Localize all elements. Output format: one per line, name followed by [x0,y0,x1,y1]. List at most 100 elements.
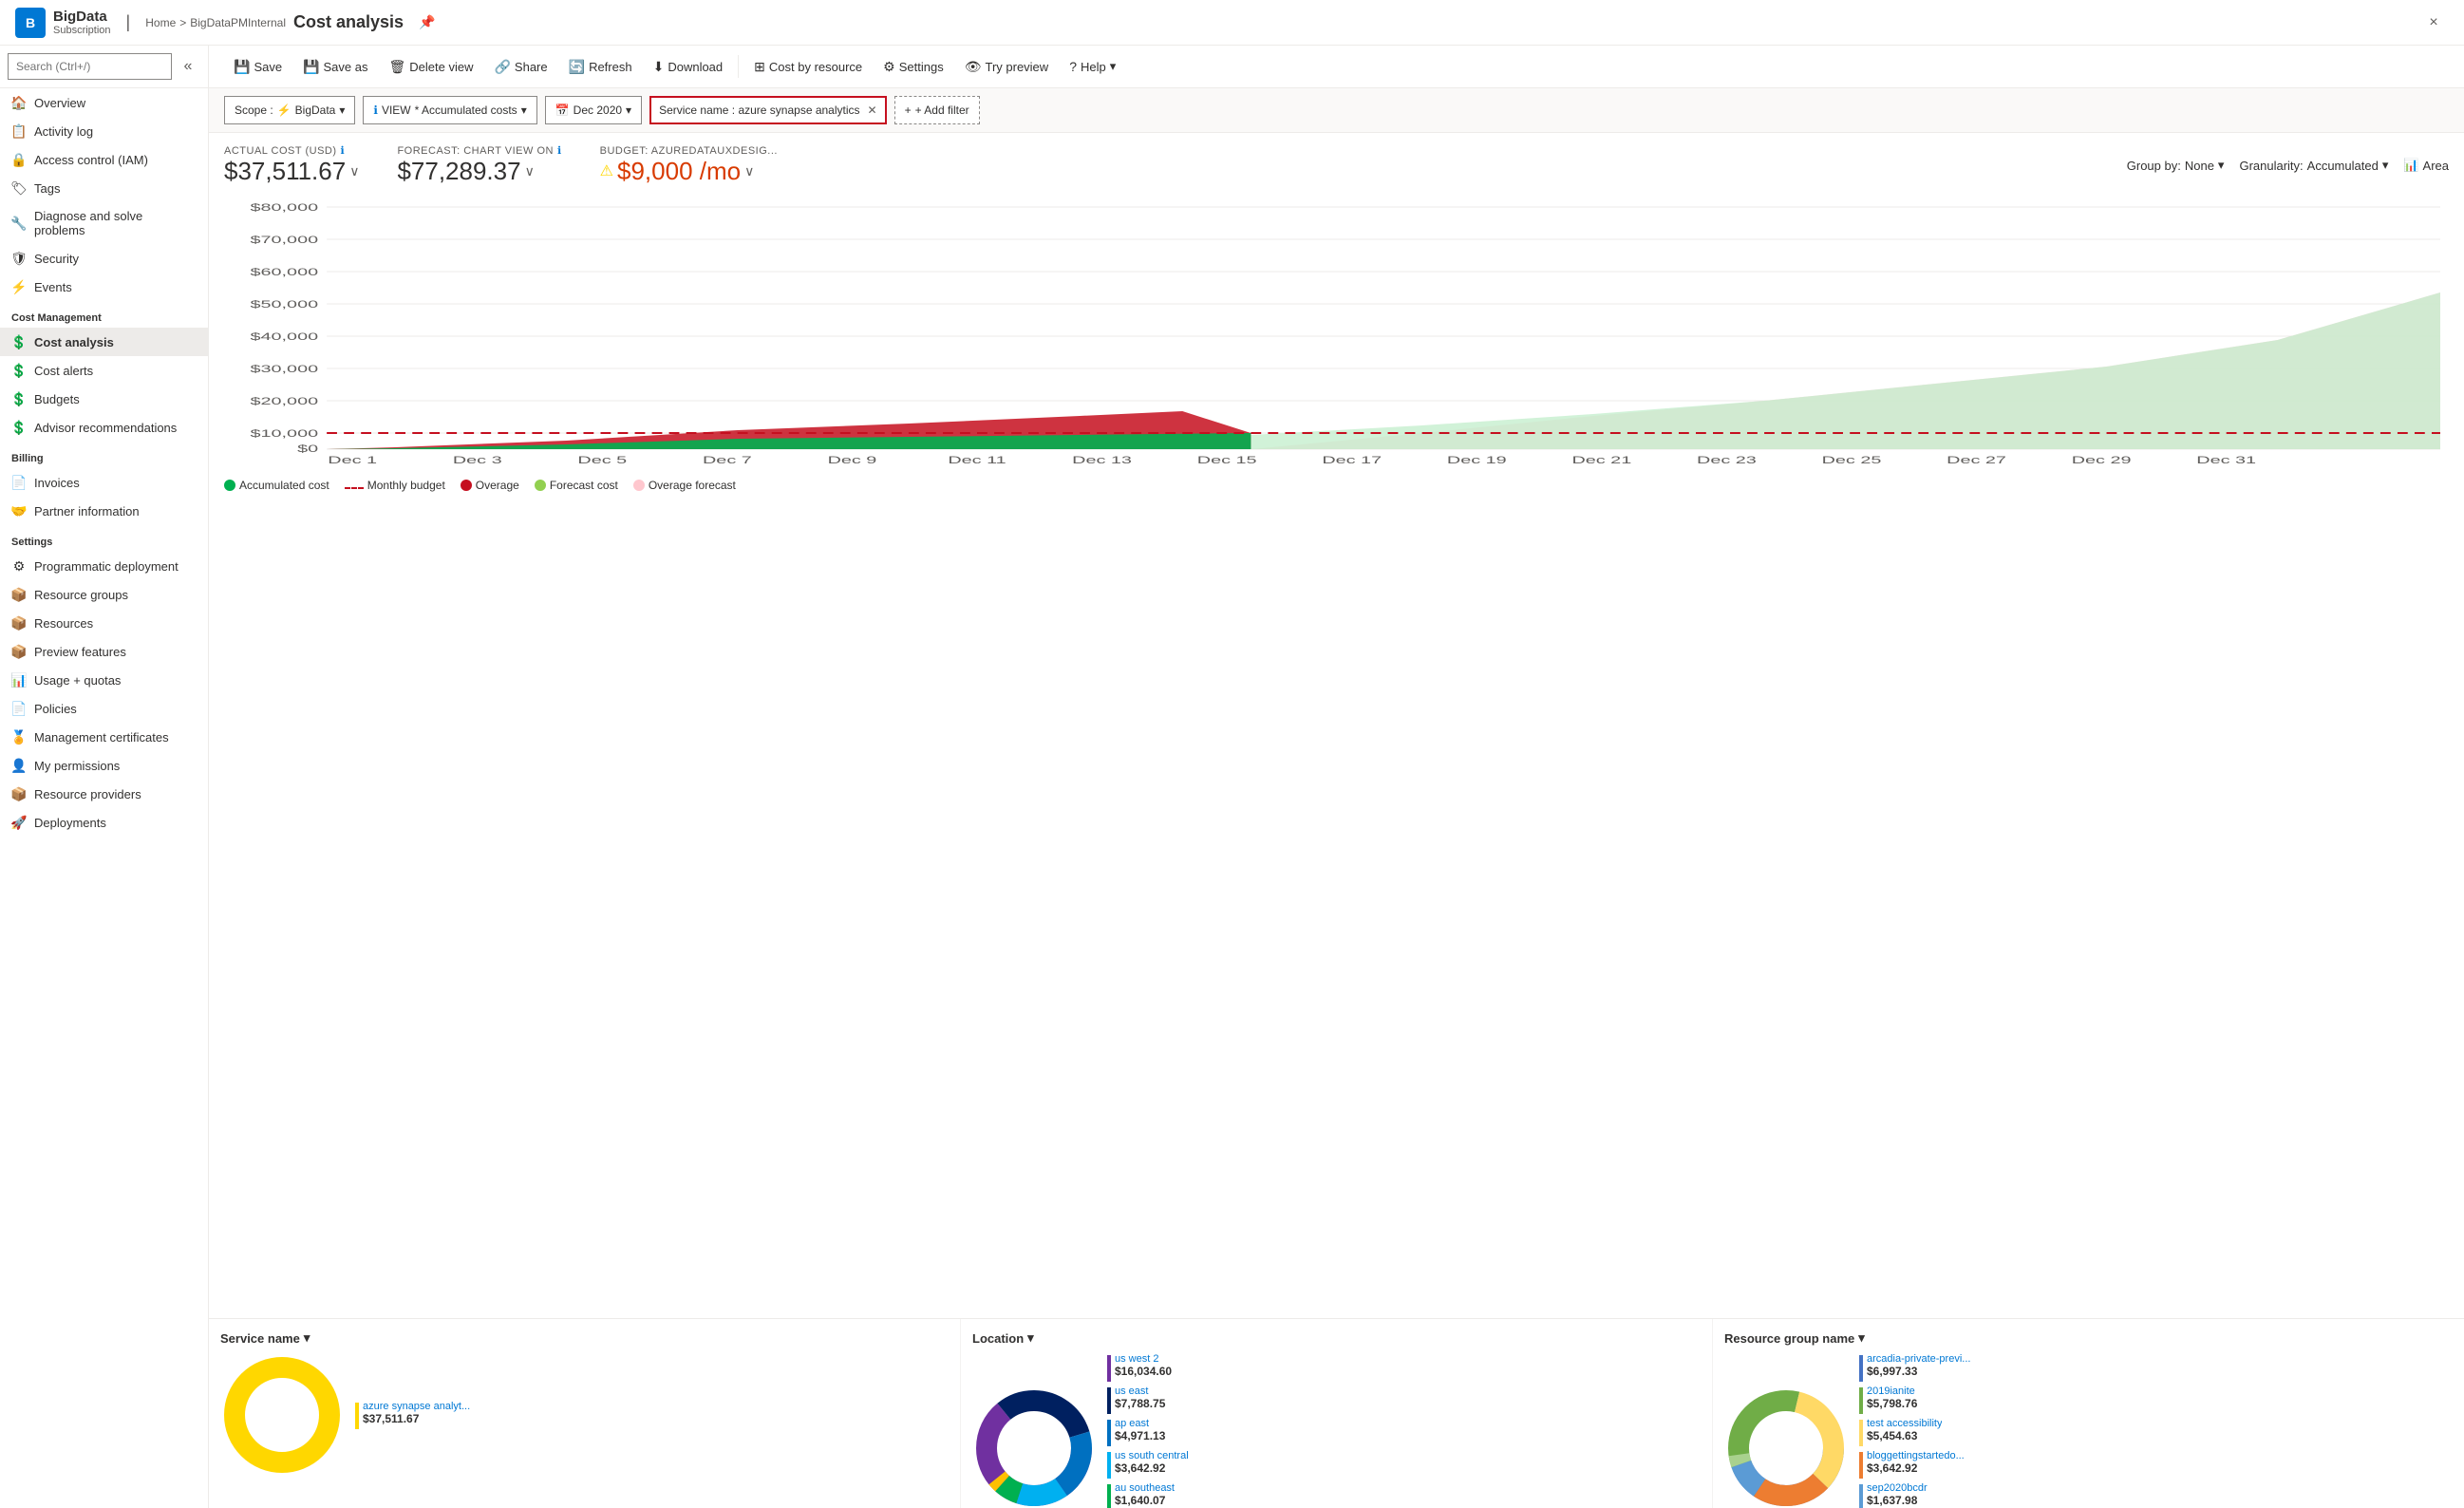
sidebar-item-tags[interactable]: 🏷Tags [0,174,208,202]
save-button[interactable]: 💾 Save [224,51,292,82]
group-by-chevron-icon: ▾ [2218,158,2225,173]
budget-label: BUDGET: AZUREDATAUXDESIG... [600,145,778,157]
nav-icon: 🏠 [11,95,27,110]
share-icon: 🔗 [494,59,510,75]
nav-item-label: Policies [34,702,77,716]
view-type-select[interactable]: 📊 Area [2403,158,2449,173]
location-legend: us west 2 $16,034.60 us east $7,788.75 [1107,1353,1701,1508]
share-button[interactable]: 🔗 Share [484,51,556,82]
collapse-sidebar-button[interactable]: « [176,53,200,80]
delete-view-button[interactable]: 🗑 Delete view [380,51,483,82]
nav-icon: ⚡ [11,279,27,294]
sidebar-item-preview-features[interactable]: 📦 Preview features [0,637,208,666]
sidebar-item-policies[interactable]: 📄Policies [0,694,208,723]
sidebar-item-deployments[interactable]: 🚀Deployments [0,808,208,837]
sidebar-item-advisor-recommendations[interactable]: 💲Advisor recommendations [0,413,208,442]
settings-icon: ⚙ [883,59,895,75]
svg-text:Dec 7: Dec 7 [703,454,752,465]
sidebar-item-partner-information[interactable]: 🤝Partner information [0,497,208,525]
close-button[interactable]: × [2418,8,2449,38]
rg-val-1: $6,997.33 [1867,1365,1970,1378]
sidebar-item-resources[interactable]: 📦Resources [0,609,208,637]
sidebar-item-usage-quotas[interactable]: 📊Usage + quotas [0,666,208,694]
nav-item-label: Overview [34,96,85,110]
sidebar-item-events[interactable]: ⚡ Events [0,273,208,301]
loc-name-2: us east [1115,1385,1165,1397]
nav-section-header: Billing [0,442,208,468]
forecast-kpi: FORECAST: CHART VIEW ON ℹ $77,289.37 ∨ [397,144,561,186]
resource-group-title: Resource group name [1724,1331,1854,1346]
nav-item-label: Deployments [34,816,106,830]
svg-text:$60,000: $60,000 [251,266,319,277]
service-name-filter[interactable]: Service name : azure synapse analytics ✕ [649,96,887,124]
rg-name-4: bloggettingstartedo... [1867,1450,1965,1461]
budget-value[interactable]: ⚠ $9,000 /mo ∨ [600,157,778,186]
save-as-button[interactable]: 💾 Save as [293,51,377,82]
sidebar-item-management-certificates[interactable]: 🏅Management certificates [0,723,208,751]
sidebar-item-activity-log[interactable]: 📋Activity log [0,117,208,145]
svg-text:Dec 1: Dec 1 [328,454,377,465]
resource-group-donut [1724,1386,1848,1508]
sidebar-item-my-permissions[interactable]: 👤My permissions [0,751,208,780]
sidebar-item-resource-groups[interactable]: 📦Resource groups [0,580,208,609]
nav-item-label: Preview features [34,645,126,659]
scope-chevron-icon: ▾ [339,104,345,117]
rg-bar-2 [1859,1387,1863,1414]
breadcrumb-sub[interactable]: BigDataPMInternal [190,16,286,29]
resource-group-header[interactable]: Resource group name ▾ [1724,1330,2453,1346]
help-button[interactable]: ? Help ▾ [1060,51,1125,82]
preview-icon: 👁 [965,59,982,75]
sidebar-item-budgets[interactable]: 💲Budgets [0,385,208,413]
sidebar-item-cost-analysis[interactable]: 💲Cost analysis [0,328,208,356]
loc-item-5: au southeast $1,640.07 [1107,1482,1701,1508]
resource-group-chevron-icon: ▾ [1858,1330,1865,1346]
service-name-header[interactable]: Service name ▾ [220,1330,949,1346]
app-name: BigData [53,9,111,25]
service-legend-val-1: $37,511.67 [363,1412,470,1425]
budget-chevron-icon: ∨ [744,163,754,179]
granularity-label: Granularity: [2239,159,2303,173]
try-preview-button[interactable]: 👁 Try preview [955,51,1058,82]
forecast-value[interactable]: $77,289.37 ∨ [397,157,561,186]
pin-icon[interactable]: 📌 [419,14,435,30]
location-header[interactable]: Location ▾ [972,1330,1701,1346]
nav-item-label: Partner information [34,504,140,518]
info-icon: ℹ [341,144,346,157]
sidebar-item-resource-providers[interactable]: 📦Resource providers [0,780,208,808]
breadcrumb-home[interactable]: Home [145,16,176,29]
sidebar-item-cost-alerts[interactable]: 💲Cost alerts [0,356,208,385]
svg-text:Dec 15: Dec 15 [1197,454,1257,465]
actual-cost-value[interactable]: $37,511.67 ∨ [224,157,359,186]
rg-val-4: $3,642.92 [1867,1461,1965,1475]
service-name-donut [220,1353,344,1477]
search-input[interactable] [8,53,172,80]
download-button[interactable]: ⬇ Download [644,51,733,82]
chart-legend: Accumulated cost Monthly budget Overage … [224,473,2449,498]
sidebar-item-access-control-iam-[interactable]: 🔒Access control (IAM) [0,145,208,174]
settings-button[interactable]: ⚙ Settings [874,51,953,82]
scope-filter[interactable]: Scope : ⚡ BigData ▾ [224,96,355,124]
sidebar-item-overview[interactable]: 🏠 Overview [0,88,208,117]
refresh-button[interactable]: 🔄 Refresh [559,51,642,82]
nav-item-label: Security [34,252,79,266]
add-filter-label: + Add filter [915,104,969,117]
group-by-select[interactable]: Group by: None ▾ [2127,158,2225,173]
view-label: VIEW [382,104,411,117]
nav-item-label: Events [34,280,72,294]
remove-service-filter-button[interactable]: ✕ [868,104,877,117]
nav-icon: 🔧 [11,216,27,231]
date-filter[interactable]: 📅 Dec 2020 ▾ [545,96,642,124]
sidebar-item-programmatic-deployment[interactable]: ⚙Programmatic deployment [0,552,208,580]
view-filter[interactable]: ℹ VIEW * Accumulated costs ▾ [363,96,536,124]
nav-icon: 💲 [11,363,27,378]
add-filter-button[interactable]: + + Add filter [894,96,980,124]
nav-icon: 📦 [11,644,27,659]
sidebar-item-security[interactable]: 🛡Security [0,244,208,273]
nav-item-label: Resource providers [34,787,141,801]
cost-by-resource-button[interactable]: ⊞ Cost by resource [744,51,872,82]
legend-dot-accumulated [224,480,235,491]
sidebar-item-diagnose-and-solve-problems[interactable]: 🔧Diagnose and solve problems [0,202,208,244]
svg-text:Dec 9: Dec 9 [828,454,877,465]
sidebar-item-invoices[interactable]: 📄Invoices [0,468,208,497]
granularity-select[interactable]: Granularity: Accumulated ▾ [2239,158,2388,173]
